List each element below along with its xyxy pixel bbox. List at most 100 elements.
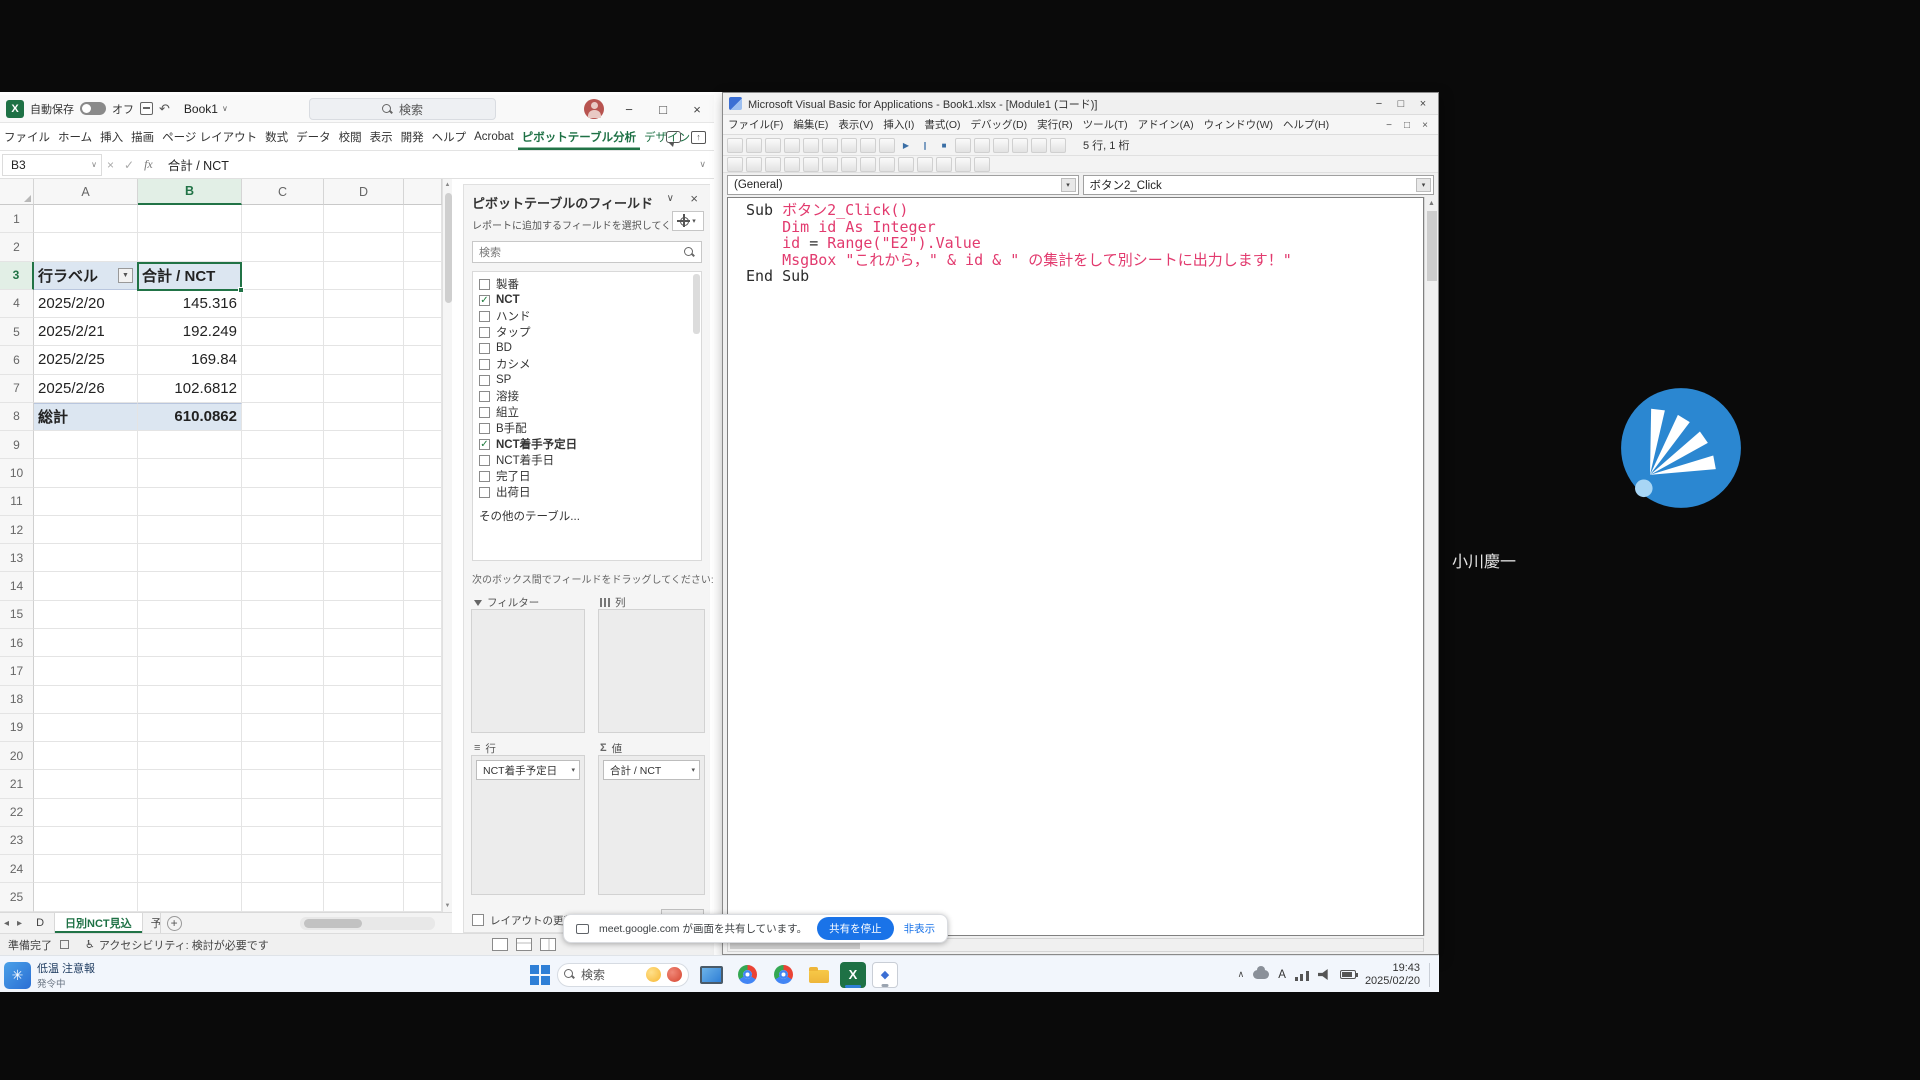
grid-cell-C11[interactable] [242,488,324,516]
excel-app-icon[interactable]: X [6,100,24,118]
grid-cell-D8[interactable] [324,403,404,431]
column-header-C[interactable]: C [242,179,324,205]
previous-bookmark-icon[interactable] [955,157,971,172]
grid-cell-A21[interactable] [34,770,138,798]
grid-cell-B15[interactable] [138,601,242,629]
grid-cell-A16[interactable] [34,629,138,657]
grid-cell-C17[interactable] [242,657,324,685]
scrollbar-thumb[interactable] [445,193,452,303]
view-excel-icon[interactable] [727,138,743,153]
grid-cell-A17[interactable] [34,657,138,685]
grid-cell-B7[interactable]: 102.6812 [138,375,242,403]
grid-cell-B9[interactable] [138,431,242,459]
grid-cell-E22[interactable] [404,799,442,827]
grid-cell-B25[interactable] [138,883,242,911]
field-checkbox[interactable] [479,343,490,354]
field-checkbox[interactable]: ✓ [479,439,490,450]
column-header-B[interactable]: B [138,179,242,205]
grid-cell-D10[interactable] [324,459,404,487]
grid-cell-E17[interactable] [404,657,442,685]
list-constants-icon[interactable] [746,157,762,172]
break-icon[interactable]: ∥ [917,138,933,153]
row-header-22[interactable]: 22 [0,799,34,827]
row-header-8[interactable]: 8 [0,403,34,431]
close-button[interactable]: × [1412,98,1434,110]
insert-userform-icon[interactable] [746,138,762,153]
field-item[interactable]: 出荷日 [479,484,701,500]
cancel-icon[interactable]: × [107,158,114,172]
columns-drop-zone[interactable] [598,609,705,733]
comments-icon[interactable] [666,131,681,143]
help-icon[interactable] [1050,138,1066,153]
grid-cell-D17[interactable] [324,657,404,685]
grid-cell-E19[interactable] [404,714,442,742]
code-vertical-scrollbar[interactable]: ▲ [1424,197,1438,936]
grid-cell-E9[interactable] [404,431,442,459]
vertical-scrollbar[interactable]: ▲ ▼ [442,179,452,912]
ribbon-tab[interactable]: データ [292,123,335,150]
vba-menu-item[interactable]: ファイル(F) [723,117,788,132]
grid-cell-B24[interactable] [138,855,242,883]
uncomment-block-icon[interactable] [898,157,914,172]
taskbar-chrome-2-icon[interactable] [768,960,798,990]
vba-menu-item[interactable]: ヘルプ(H) [1278,117,1334,132]
field-list-scrollbar[interactable] [693,274,700,334]
grid-cell-E10[interactable] [404,459,442,487]
volume-icon[interactable] [1318,969,1331,980]
grid-cell-D24[interactable] [324,855,404,883]
child-restore-button[interactable]: □ [1398,120,1416,131]
values-drop-zone[interactable]: 合計 / NCT▾ [598,755,705,895]
filter-drop-zone[interactable] [471,609,585,733]
save-icon[interactable] [140,102,153,115]
row-header-12[interactable]: 12 [0,516,34,544]
minimize-button[interactable]: − [1368,98,1390,110]
new-sheet-button[interactable]: + [167,916,182,931]
grid-cell-B2[interactable] [138,233,242,261]
field-item[interactable]: 完了日 [479,468,701,484]
field-checkbox[interactable] [479,391,490,402]
vba-menu-item[interactable]: 実行(R) [1032,117,1078,132]
grid-cell-E5[interactable] [404,318,442,346]
column-header-D[interactable]: D [324,179,404,205]
select-all-corner[interactable] [0,179,34,205]
next-bookmark-icon[interactable] [936,157,952,172]
scrollbar-thumb[interactable] [1427,211,1437,281]
grid-cell-E20[interactable] [404,742,442,770]
formula-expand-icon[interactable]: ∨ [699,159,706,170]
undo-icon[interactable]: ↶ [159,102,170,115]
field-item[interactable]: SP [479,372,701,388]
grid-cell-D12[interactable] [324,516,404,544]
battery-icon[interactable] [1340,970,1356,979]
grid-cell-B20[interactable] [138,742,242,770]
sheet-next-icon[interactable]: ▸ [13,918,26,929]
status-accessibility[interactable]: アクセシビリティ: 検討が必要です [99,937,269,953]
grid-cell-A4[interactable]: 2025/2/20 [34,290,138,318]
scroll-up-icon[interactable]: ▲ [443,179,452,191]
tools-gear-icon[interactable]: ▾ [672,211,704,231]
child-minimize-button[interactable]: − [1380,120,1398,131]
network-icon[interactable] [1295,969,1309,981]
undo-icon[interactable] [860,138,876,153]
field-checkbox[interactable] [479,455,490,466]
code-editor[interactable]: Sub ボタン2_Click() Dim id As Integer id = … [727,197,1424,936]
grid-cell-A5[interactable]: 2025/2/21 [34,318,138,346]
outdent-icon[interactable] [841,157,857,172]
sheet-tab[interactable]: 日別NCT見込 [55,913,143,933]
grid-cell-E1[interactable] [404,205,442,233]
grid-cell-B14[interactable] [138,572,242,600]
field-checkbox[interactable] [479,279,490,290]
field-checkbox[interactable] [479,487,490,498]
ribbon-tab[interactable]: ホーム [54,123,96,150]
field-item[interactable]: カシメ [479,356,701,372]
scroll-up-icon[interactable]: ▲ [1425,197,1438,210]
row-field-pill[interactable]: NCT着手予定日▾ [476,760,580,780]
grid-cell-B16[interactable] [138,629,242,657]
comment-block-icon[interactable] [879,157,895,172]
grid-cell-D13[interactable] [324,544,404,572]
grid-cell-A13[interactable] [34,544,138,572]
grid-cell-C20[interactable] [242,742,324,770]
run-icon[interactable]: ▶ [898,138,914,153]
toolbox-icon[interactable] [1031,138,1047,153]
stop-sharing-button[interactable]: 共有を停止 [817,917,894,940]
maximize-button[interactable]: □ [1390,98,1412,110]
